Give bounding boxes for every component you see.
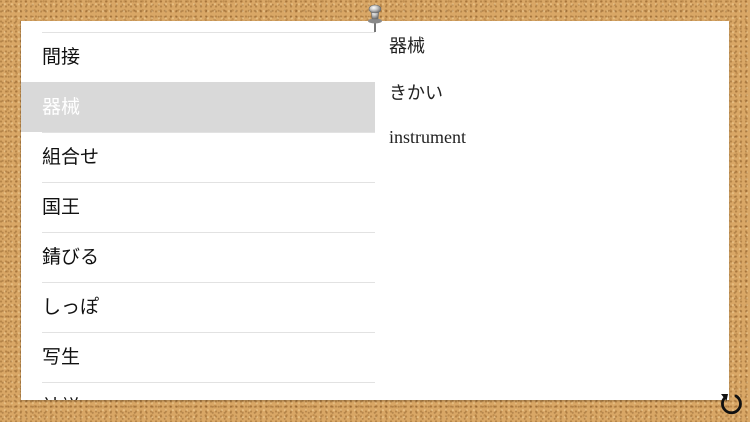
word-list[interactable]: 間接器械組合せ国王錆びるしっぽ写生社説 — [21, 21, 375, 400]
row-separator — [42, 182, 375, 183]
word-list-item-label: 写生 — [42, 346, 81, 368]
detail-reading: きかい — [389, 83, 443, 104]
row-separator — [42, 32, 375, 33]
word-list-item-label: 間接 — [42, 46, 81, 68]
word-list-item-label: しっぽ — [42, 296, 100, 318]
refresh-icon — [721, 394, 742, 415]
word-list-item[interactable]: 社説 — [21, 382, 375, 400]
word-list-item-label: 社説 — [42, 396, 80, 400]
detail-meaning: instrument — [389, 127, 466, 147]
detail-word: 器械 — [389, 36, 425, 57]
word-list-item-label: 器械 — [42, 96, 81, 118]
word-list-item-label: 組合せ — [42, 146, 100, 168]
word-list-item[interactable]: 組合せ — [21, 132, 375, 182]
row-separator — [42, 332, 375, 333]
row-separator — [42, 382, 375, 383]
word-list-item[interactable]: 間接 — [21, 32, 375, 82]
row-separator — [42, 282, 375, 283]
pushpin-icon — [368, 4, 382, 32]
word-list-item[interactable]: 写生 — [21, 332, 375, 382]
word-list-item[interactable]: 器械 — [21, 82, 375, 132]
row-separator — [42, 132, 375, 133]
row-separator — [42, 232, 375, 233]
word-list-item-label: 錆びる — [42, 246, 100, 268]
word-list-item-label: 国王 — [42, 196, 81, 218]
word-list-item[interactable]: 錆びる — [21, 232, 375, 282]
word-list-item[interactable]: 国王 — [21, 182, 375, 232]
flashcard-board: 間接器械組合せ国王錆びるしっぽ写生社説 器械 きかい instrument — [21, 21, 729, 400]
refresh-button[interactable] — [717, 389, 745, 417]
word-list-item[interactable]: しっぽ — [21, 282, 375, 332]
